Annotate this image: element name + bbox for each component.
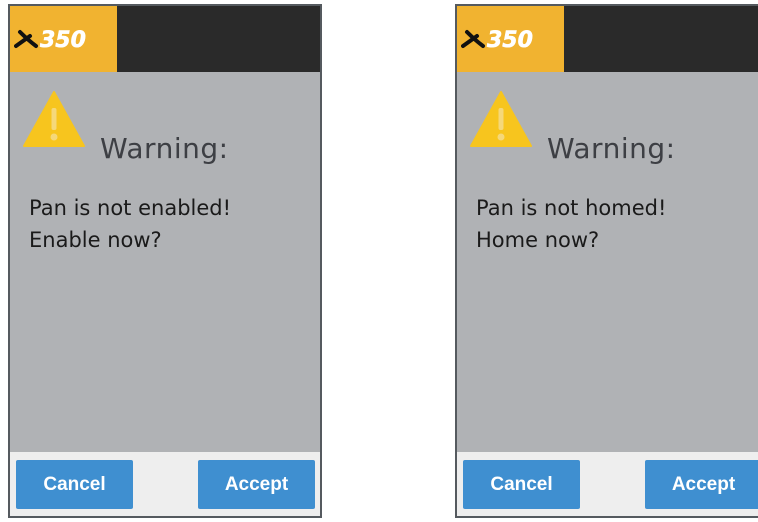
message-line-2: Enable now? bbox=[29, 228, 162, 252]
warning-title: Warning: bbox=[547, 132, 676, 165]
device-screen-home: 350 Warning: Pan is not homed! Home now?… bbox=[455, 4, 758, 518]
button-bar: Cancel Accept bbox=[10, 452, 320, 516]
button-bar: Cancel Accept bbox=[457, 452, 758, 516]
accept-button[interactable]: Accept bbox=[645, 460, 758, 509]
warning-triangle-icon bbox=[22, 90, 86, 152]
message-line-1: Pan is not enabled! bbox=[29, 196, 232, 220]
warning-triangle-icon bbox=[469, 90, 533, 152]
device-screen-enable: 350 Warning: Pan is not enabled! Enable … bbox=[8, 4, 322, 518]
svg-text:350: 350 bbox=[40, 28, 86, 53]
message-line-1: Pan is not homed! bbox=[476, 196, 667, 220]
svg-text:350: 350 bbox=[487, 28, 533, 53]
message-line-2: Home now? bbox=[476, 228, 600, 252]
header-bar: 350 bbox=[457, 6, 758, 72]
warning-title: Warning: bbox=[100, 132, 229, 165]
cancel-button[interactable]: Cancel bbox=[463, 460, 580, 509]
x350-logo: 350 bbox=[10, 6, 117, 72]
accept-button[interactable]: Accept bbox=[198, 460, 315, 509]
cancel-button[interactable]: Cancel bbox=[16, 460, 133, 509]
header-bar: 350 bbox=[10, 6, 320, 72]
x350-logo: 350 bbox=[457, 6, 564, 72]
